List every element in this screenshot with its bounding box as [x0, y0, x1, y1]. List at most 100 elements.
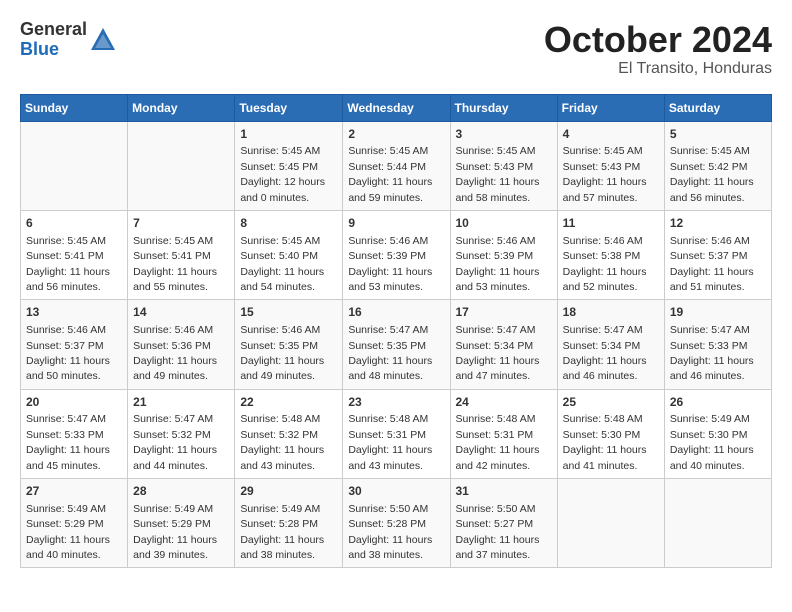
day-detail: Sunrise: 5:49 AM Sunset: 5:29 PM Dayligh…: [26, 503, 110, 561]
calendar-cell: 31 Sunrise: 5:50 AM Sunset: 5:27 PM Dayli…: [450, 479, 557, 568]
calendar-cell: 18Sunrise: 5:47 AM Sunset: 5:34 PM Dayli…: [557, 300, 664, 389]
day-detail: Sunrise: 5:45 AM Sunset: 5:41 PM Dayligh…: [26, 235, 110, 293]
day-number: 31: [456, 483, 552, 500]
weekday-header: Thursday: [450, 94, 557, 121]
day-number: 29: [240, 483, 337, 500]
day-detail: Sunrise: 5:48 AM Sunset: 5:31 PM Dayligh…: [456, 413, 540, 471]
calendar-cell: 20 Sunrise: 5:47 AM Sunset: 5:33 PM Dayli…: [21, 389, 128, 478]
weekday-header: Wednesday: [343, 94, 450, 121]
calendar-cell: 4 Sunrise: 5:45 AM Sunset: 5:43 PM Daylig…: [557, 121, 664, 210]
calendar-cell: 8 Sunrise: 5:45 AM Sunset: 5:40 PM Daylig…: [235, 210, 343, 299]
calendar-cell: [557, 479, 664, 568]
day-number: 7: [133, 215, 229, 232]
calendar-cell: 22 Sunrise: 5:48 AM Sunset: 5:32 PM Dayli…: [235, 389, 343, 478]
day-detail: Sunrise: 5:45 AM Sunset: 5:44 PM Dayligh…: [348, 145, 432, 203]
day-number: 16: [348, 304, 444, 321]
calendar-cell: 19 Sunrise: 5:47 AM Sunset: 5:33 PM Dayli…: [664, 300, 771, 389]
day-detail: Sunrise: 5:46 AM Sunset: 5:36 PM Dayligh…: [133, 324, 217, 382]
weekday-header: Tuesday: [235, 94, 343, 121]
day-detail: Sunrise: 5:50 AM Sunset: 5:28 PM Dayligh…: [348, 503, 432, 561]
day-number: 11: [563, 215, 659, 232]
day-number: 23: [348, 394, 444, 411]
calendar-cell: 3 Sunrise: 5:45 AM Sunset: 5:43 PM Daylig…: [450, 121, 557, 210]
page-title: October 2024: [544, 20, 772, 60]
calendar-cell: [664, 479, 771, 568]
day-number: 30: [348, 483, 444, 500]
day-detail: Sunrise: 5:45 AM Sunset: 5:43 PM Dayligh…: [456, 145, 540, 203]
calendar-cell: 6 Sunrise: 5:45 AM Sunset: 5:41 PM Daylig…: [21, 210, 128, 299]
calendar-cell: 24 Sunrise: 5:48 AM Sunset: 5:31 PM Dayli…: [450, 389, 557, 478]
day-detail: Sunrise: 5:47 AM Sunset: 5:35 PM Dayligh…: [348, 324, 432, 382]
day-detail: Sunrise: 5:46 AM Sunset: 5:39 PM Dayligh…: [456, 235, 540, 293]
day-detail: Sunrise: 5:45 AM Sunset: 5:42 PM Dayligh…: [670, 145, 754, 203]
day-detail: Sunrise: 5:46 AM Sunset: 5:37 PM Dayligh…: [26, 324, 110, 382]
calendar-cell: 9 Sunrise: 5:46 AM Sunset: 5:39 PM Daylig…: [343, 210, 450, 299]
day-detail: Sunrise: 5:45 AM Sunset: 5:45 PM Dayligh…: [240, 145, 325, 203]
calendar-cell: 17 Sunrise: 5:47 AM Sunset: 5:34 PM Dayli…: [450, 300, 557, 389]
day-detail: Sunrise: 5:46 AM Sunset: 5:37 PM Dayligh…: [670, 235, 754, 293]
calendar-cell: [128, 121, 235, 210]
day-detail: Sunrise: 5:48 AM Sunset: 5:30 PM Dayligh…: [563, 413, 647, 471]
day-number: 24: [456, 394, 552, 411]
day-detail: Sunrise: 5:49 AM Sunset: 5:28 PM Dayligh…: [240, 503, 324, 561]
weekday-header: Friday: [557, 94, 664, 121]
day-detail: Sunrise: 5:47 AM Sunset: 5:34 PM Dayligh…: [456, 324, 540, 382]
day-number: 17: [456, 304, 552, 321]
calendar-cell: 2 Sunrise: 5:45 AM Sunset: 5:44 PM Daylig…: [343, 121, 450, 210]
day-detail: Sunrise: 5:46 AM Sunset: 5:39 PM Dayligh…: [348, 235, 432, 293]
day-detail: Sunrise: 5:49 AM Sunset: 5:30 PM Dayligh…: [670, 413, 754, 471]
day-detail: Sunrise: 5:47 AM Sunset: 5:33 PM Dayligh…: [670, 324, 754, 382]
day-detail: Sunrise: 5:45 AM Sunset: 5:41 PM Dayligh…: [133, 235, 217, 293]
logo: General Blue: [20, 20, 117, 60]
calendar-cell: [21, 121, 128, 210]
day-number: 13: [26, 304, 122, 321]
day-number: 21: [133, 394, 229, 411]
calendar-cell: 11Sunrise: 5:46 AM Sunset: 5:38 PM Dayli…: [557, 210, 664, 299]
day-number: 25: [563, 394, 659, 411]
day-detail: Sunrise: 5:45 AM Sunset: 5:40 PM Dayligh…: [240, 235, 324, 293]
logo-blue-text: Blue: [20, 40, 87, 60]
day-number: 15: [240, 304, 337, 321]
calendar-cell: 21Sunrise: 5:47 AM Sunset: 5:32 PM Dayli…: [128, 389, 235, 478]
day-number: 19: [670, 304, 766, 321]
calendar-cell: 29 Sunrise: 5:49 AM Sunset: 5:28 PM Dayli…: [235, 479, 343, 568]
calendar-cell: 5Sunrise: 5:45 AM Sunset: 5:42 PM Daylig…: [664, 121, 771, 210]
day-number: 4: [563, 126, 659, 143]
day-number: 12: [670, 215, 766, 232]
calendar-cell: 28Sunrise: 5:49 AM Sunset: 5:29 PM Dayli…: [128, 479, 235, 568]
day-number: 28: [133, 483, 229, 500]
day-number: 2: [348, 126, 444, 143]
day-number: 27: [26, 483, 122, 500]
day-number: 9: [348, 215, 444, 232]
day-detail: Sunrise: 5:45 AM Sunset: 5:43 PM Dayligh…: [563, 145, 647, 203]
calendar-table: SundayMondayTuesdayWednesdayThursdayFrid…: [20, 94, 772, 569]
day-number: 6: [26, 215, 122, 232]
day-number: 22: [240, 394, 337, 411]
calendar-cell: 30 Sunrise: 5:50 AM Sunset: 5:28 PM Dayli…: [343, 479, 450, 568]
logo-general-text: General: [20, 20, 87, 40]
day-detail: Sunrise: 5:47 AM Sunset: 5:33 PM Dayligh…: [26, 413, 110, 471]
calendar-week-row: 27 Sunrise: 5:49 AM Sunset: 5:29 PM Dayli…: [21, 479, 772, 568]
calendar-week-row: 13 Sunrise: 5:46 AM Sunset: 5:37 PM Dayli…: [21, 300, 772, 389]
weekday-header: Monday: [128, 94, 235, 121]
page-subtitle: El Transito, Honduras: [544, 60, 772, 78]
calendar-cell: 10Sunrise: 5:46 AM Sunset: 5:39 PM Dayli…: [450, 210, 557, 299]
day-detail: Sunrise: 5:50 AM Sunset: 5:27 PM Dayligh…: [456, 503, 540, 561]
calendar-cell: 27 Sunrise: 5:49 AM Sunset: 5:29 PM Dayli…: [21, 479, 128, 568]
calendar-cell: 7 Sunrise: 5:45 AM Sunset: 5:41 PM Daylig…: [128, 210, 235, 299]
calendar-cell: 13 Sunrise: 5:46 AM Sunset: 5:37 PM Dayli…: [21, 300, 128, 389]
weekday-header: Saturday: [664, 94, 771, 121]
calendar-cell: 16 Sunrise: 5:47 AM Sunset: 5:35 PM Dayli…: [343, 300, 450, 389]
calendar-cell: 12 Sunrise: 5:46 AM Sunset: 5:37 PM Dayli…: [664, 210, 771, 299]
calendar-week-row: 20 Sunrise: 5:47 AM Sunset: 5:33 PM Dayli…: [21, 389, 772, 478]
day-number: 8: [240, 215, 337, 232]
calendar-cell: 26Sunrise: 5:49 AM Sunset: 5:30 PM Dayli…: [664, 389, 771, 478]
weekday-header-row: SundayMondayTuesdayWednesdayThursdayFrid…: [21, 94, 772, 121]
day-detail: Sunrise: 5:48 AM Sunset: 5:31 PM Dayligh…: [348, 413, 432, 471]
day-detail: Sunrise: 5:46 AM Sunset: 5:35 PM Dayligh…: [240, 324, 324, 382]
day-detail: Sunrise: 5:48 AM Sunset: 5:32 PM Dayligh…: [240, 413, 324, 471]
day-number: 20: [26, 394, 122, 411]
calendar-cell: 25 Sunrise: 5:48 AM Sunset: 5:30 PM Dayli…: [557, 389, 664, 478]
day-number: 3: [456, 126, 552, 143]
calendar-week-row: 6 Sunrise: 5:45 AM Sunset: 5:41 PM Daylig…: [21, 210, 772, 299]
